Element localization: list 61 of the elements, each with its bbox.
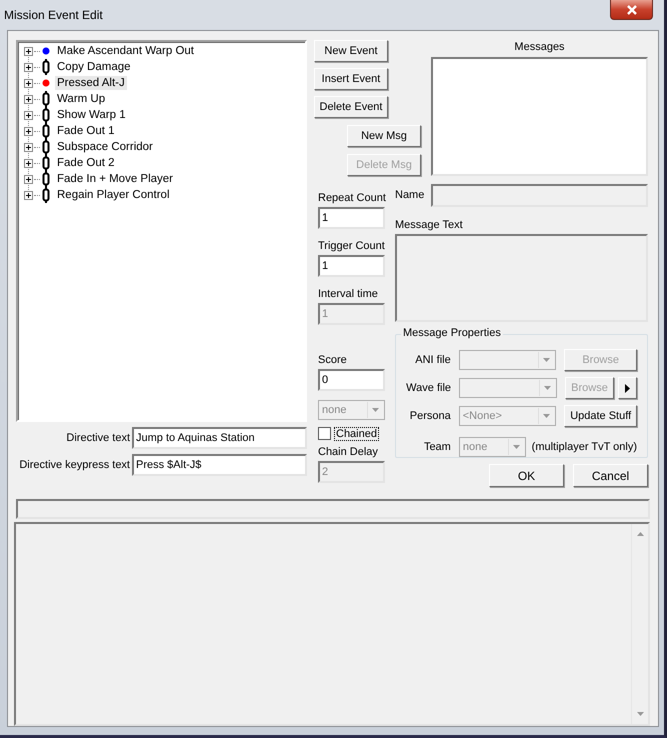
close-icon (626, 4, 638, 14)
number-field[interactable]: 1 (318, 207, 385, 229)
window-title: Mission Event Edit (4, 8, 103, 22)
number-field[interactable]: 0 (318, 369, 385, 391)
event-item[interactable]: Fade Out 2 (55, 156, 117, 170)
event-item[interactable]: Subspace Corridor (55, 140, 155, 154)
expand-icon[interactable] (24, 126, 33, 136)
field-label: Name (395, 188, 424, 202)
event-button[interactable]: New Event (314, 40, 388, 62)
field-label: Directive text (65, 432, 130, 444)
expand-icon[interactable] (24, 158, 33, 168)
messages-list[interactable] (431, 57, 648, 176)
expand-icon[interactable] (24, 62, 33, 72)
expand-icon[interactable] (24, 78, 33, 88)
event-item[interactable]: Pressed Alt-J (55, 76, 127, 90)
text-field[interactable]: Jump to Aquinas Station (132, 427, 307, 449)
event-button[interactable]: Insert Event (314, 68, 388, 90)
field-label: Wave file (405, 382, 451, 394)
checkbox-label: Chained (335, 428, 378, 440)
expand-icon[interactable] (24, 110, 33, 120)
message-button[interactable]: New Msg (347, 125, 421, 147)
field-label: Trigger Count (318, 239, 385, 253)
event-item[interactable]: Fade In + Move Player (55, 172, 176, 186)
dropdown-arrow-icon (372, 408, 379, 412)
play-icon (625, 384, 630, 392)
field-label: Interval time (318, 287, 378, 301)
field-label: Message Text (395, 218, 464, 232)
event-item[interactable]: Make Ascendant Warp Out (55, 44, 196, 58)
event-item[interactable]: Warm Up (55, 92, 108, 106)
field-label: Persona (408, 410, 451, 422)
group-title: Message Properties (401, 327, 503, 339)
dialog-button[interactable]: Cancel (573, 464, 648, 487)
event-item[interactable]: Fade Out 1 (55, 124, 117, 138)
event-item[interactable]: Show Warp 1 (55, 108, 128, 122)
expand-icon[interactable] (24, 174, 33, 184)
dropdown-arrow-icon (543, 414, 550, 418)
number-field[interactable]: 1 (318, 255, 385, 277)
play-button[interactable] (618, 377, 637, 399)
chained-checkbox[interactable] (318, 427, 331, 440)
team-note: (multiplayer TvT only) (532, 441, 637, 453)
expand-icon[interactable] (24, 190, 33, 200)
field-label: Chain Delay (318, 445, 378, 459)
event-item[interactable]: Regain Player Control (55, 188, 172, 202)
text-field[interactable]: Press $Alt-J$ (132, 454, 307, 476)
messages-label: Messages (514, 41, 565, 55)
dropdown-arrow-icon (544, 386, 551, 390)
expand-icon[interactable] (24, 142, 33, 152)
dropdown-arrow-icon (543, 358, 550, 362)
field-label: Team (422, 441, 451, 453)
field-label: ANI file (414, 354, 451, 366)
field-label: Directive keypress text (18, 459, 130, 471)
field-label: Repeat Count (318, 191, 386, 205)
expand-icon[interactable] (24, 94, 33, 104)
event-item[interactable]: Copy Damage (55, 60, 133, 74)
close-button[interactable] (610, 0, 653, 20)
expand-icon[interactable] (24, 46, 33, 56)
field-label: Score (318, 353, 347, 367)
chain-icon (42, 59, 50, 75)
dialog-button[interactable]: OK (489, 464, 564, 487)
event-button[interactable]: Delete Event (314, 96, 388, 118)
dropdown-arrow-icon (512, 445, 520, 449)
